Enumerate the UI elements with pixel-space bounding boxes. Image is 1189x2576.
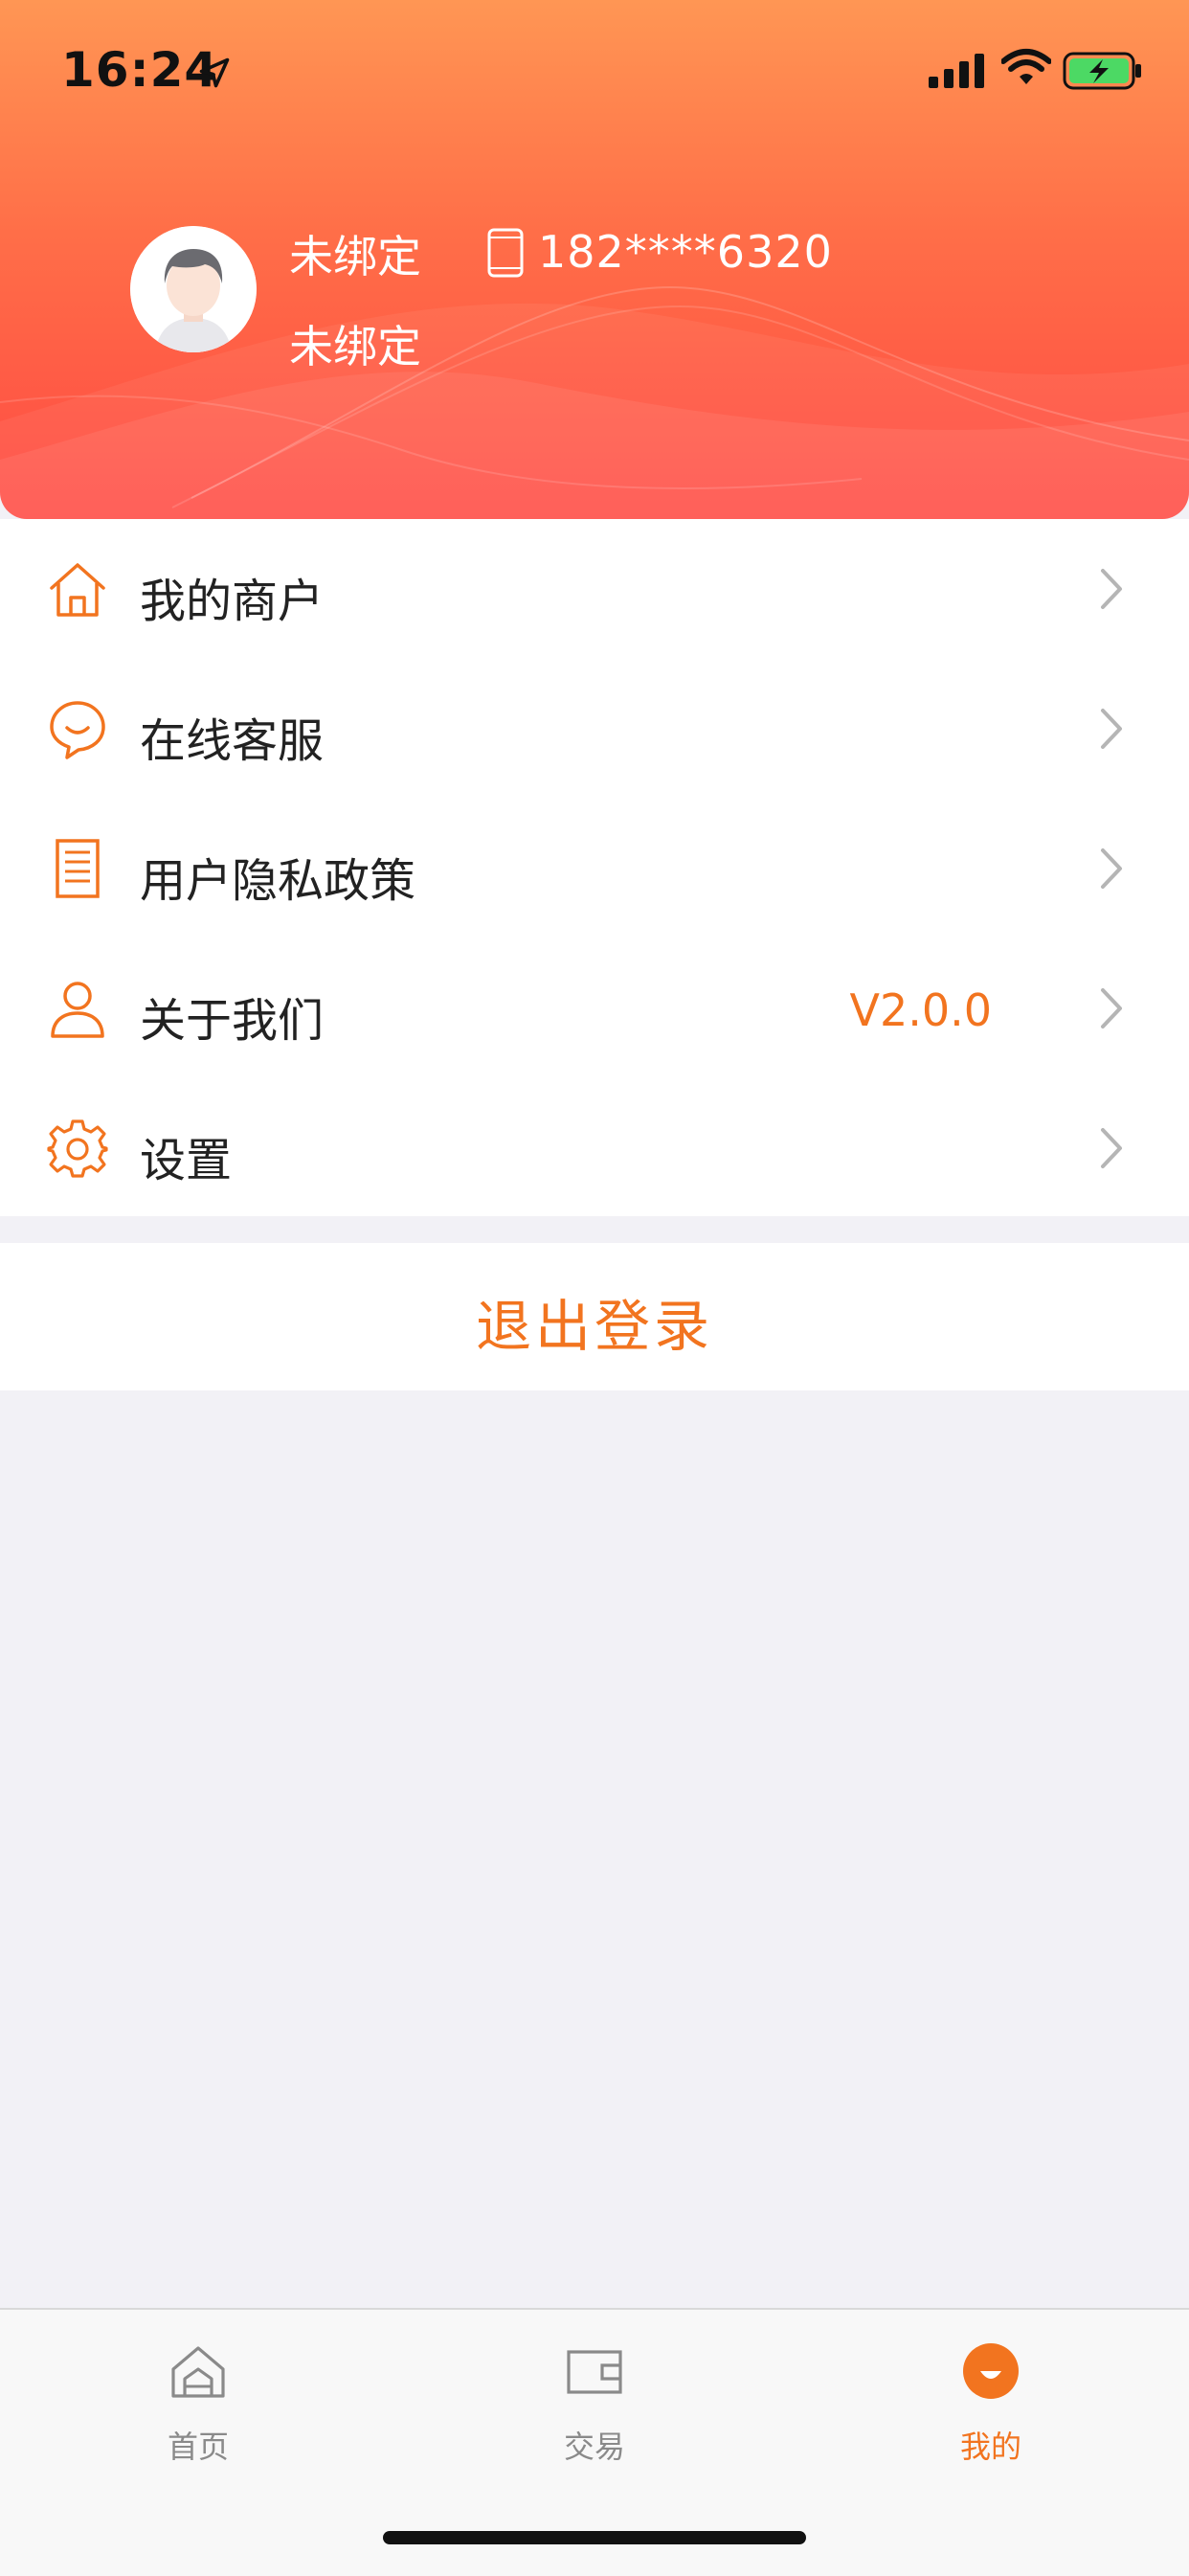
chevron-right-icon	[1101, 569, 1122, 609]
chevron-right-icon	[1101, 848, 1122, 889]
profile-header: 16:24 未绑定 未绑定 182****6320	[0, 0, 1189, 519]
phone-icon	[487, 228, 524, 278]
person-icon	[51, 982, 104, 1038]
menu-item-my-merchant[interactable]: 我的商户	[0, 519, 1189, 659]
user-subtitle: 未绑定	[289, 321, 421, 373]
profile-face-icon	[963, 2343, 1019, 2399]
menu-item-label: 我的商户	[140, 575, 325, 628]
status-time: 16:24	[61, 42, 219, 98]
user-name: 未绑定	[289, 231, 421, 282]
wifi-icon	[1001, 49, 1051, 84]
house-icon	[50, 563, 105, 617]
logout-button[interactable]: 退出登录	[0, 1243, 1189, 1390]
tab-trade[interactable]: 交易	[396, 2310, 793, 2492]
status-bar: 16:24	[0, 0, 1189, 144]
menu-item-label: 在线客服	[140, 714, 325, 768]
avatar-person-icon	[130, 226, 257, 352]
chevron-right-icon	[1101, 709, 1122, 749]
menu-item-online-service[interactable]: 在线客服	[0, 659, 1189, 799]
battery-charging-icon	[1063, 52, 1141, 90]
menu-item-settings[interactable]: 设置	[0, 1078, 1189, 1218]
tab-label: 首页	[167, 2429, 229, 2465]
menu-item-privacy-policy[interactable]: 用户隐私政策	[0, 799, 1189, 938]
home-indicator	[383, 2531, 806, 2544]
menu-item-label: 用户隐私政策	[140, 854, 416, 908]
gear-icon	[47, 1119, 108, 1178]
logout-label: 退出登录	[475, 1294, 713, 1359]
chevron-right-icon	[1101, 988, 1122, 1028]
tab-label: 我的	[959, 2429, 1021, 2465]
wallet-icon	[567, 2350, 622, 2394]
document-icon	[56, 839, 100, 898]
location-arrow-icon	[199, 57, 230, 88]
cellular-signal-icon	[929, 54, 984, 88]
chevron-right-icon	[1101, 1128, 1122, 1168]
tab-home[interactable]: 首页	[0, 2310, 396, 2492]
chat-smile-icon	[50, 701, 105, 759]
home-icon	[171, 2346, 225, 2398]
menu-item-about-us[interactable]: 关于我们 V2.0.0	[0, 938, 1189, 1078]
menu-item-label: 关于我们	[140, 994, 325, 1048]
app-version: V2.0.0	[849, 984, 992, 1036]
phone-number: 182****6320	[538, 226, 833, 278]
menu-list: 我的商户 在线客服 用户隐私政策 关于我们 V2.0.0 设置	[0, 519, 1189, 1216]
menu-item-label: 设置	[140, 1134, 233, 1187]
tab-label: 交易	[563, 2429, 625, 2465]
tab-mine[interactable]: 我的	[793, 2310, 1189, 2492]
avatar[interactable]	[130, 226, 257, 352]
